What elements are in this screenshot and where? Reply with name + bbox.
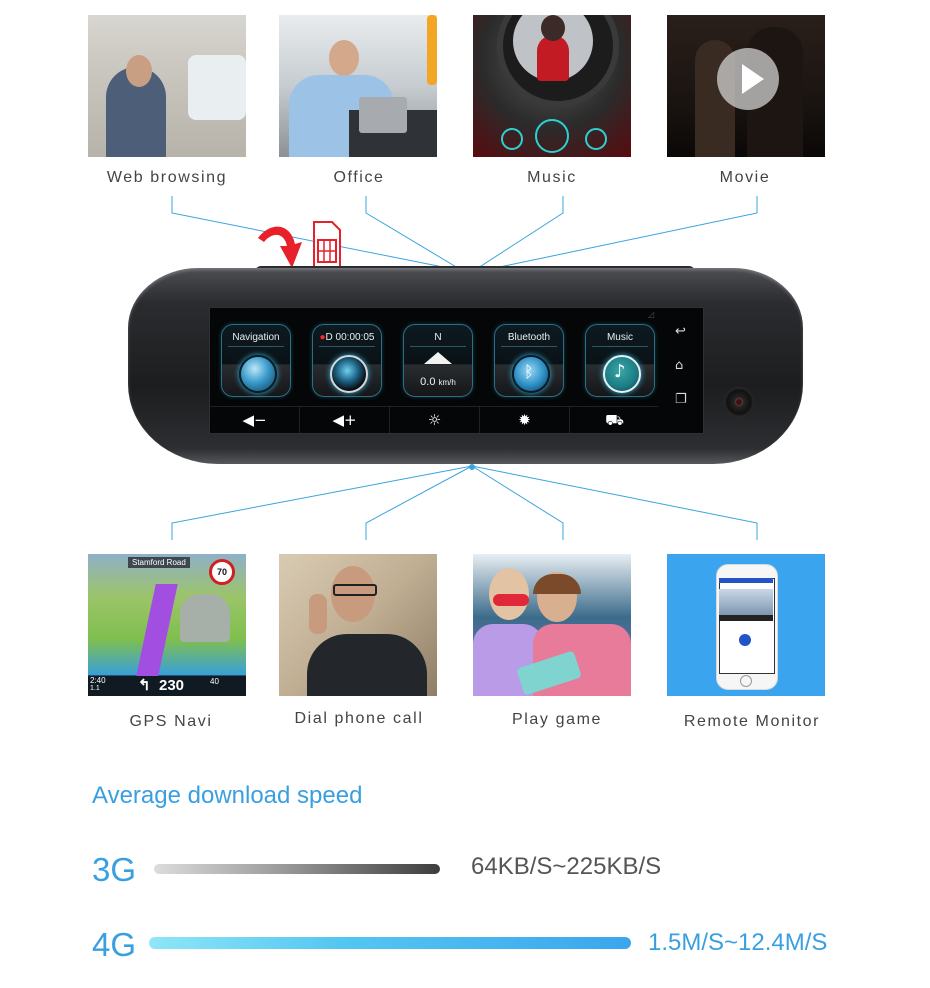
3g-speed-bar bbox=[154, 864, 440, 874]
back-button[interactable]: ↩ bbox=[675, 324, 686, 339]
4g-label: 4G bbox=[92, 926, 137, 963]
bluetooth-icon: ᛒ bbox=[512, 355, 550, 393]
connector-game bbox=[471, 465, 564, 540]
recording-time-label: D 00:00:05 bbox=[325, 332, 375, 343]
connector-office bbox=[365, 196, 459, 269]
brightness-up-button[interactable]: ✹ bbox=[480, 407, 570, 433]
eta-time: 2:40 bbox=[90, 676, 106, 685]
app-bluetooth-label: Bluetooth bbox=[507, 332, 551, 343]
connector-hub bbox=[469, 464, 475, 470]
connector-remote bbox=[471, 465, 758, 540]
front-camera bbox=[724, 387, 754, 417]
globe-plane-icon bbox=[239, 355, 277, 393]
remote-monitor-image bbox=[667, 554, 825, 696]
distance-left: 1.1 bbox=[90, 685, 100, 692]
app-music[interactable]: Music ♪ bbox=[585, 324, 655, 397]
music-image bbox=[473, 15, 631, 157]
4g-speed-range: 1.5M/S~12.4M/S bbox=[648, 929, 828, 956]
app-navigation-label: Navigation bbox=[232, 332, 280, 343]
app-navigation[interactable]: Navigation bbox=[221, 324, 291, 397]
street-name: Stamford Road bbox=[128, 557, 190, 568]
volume-down-button[interactable]: ◀− bbox=[210, 407, 300, 433]
remote-monitor-label: Remote Monitor bbox=[683, 713, 821, 730]
web-browsing-image bbox=[88, 15, 246, 157]
music-note-icon: ♪ bbox=[603, 355, 641, 393]
turn-distance: 230 bbox=[159, 677, 185, 694]
car-mode-button[interactable]: ⛟ bbox=[570, 407, 659, 433]
web-browsing-label: Web browsing bbox=[106, 169, 228, 186]
connector-call bbox=[365, 465, 473, 540]
device-screen: Navigation ●D 00:00:05 N 0.0 km/h Blueto… bbox=[209, 307, 704, 434]
mic-icon bbox=[739, 634, 751, 646]
movie-label: Movie bbox=[719, 169, 771, 186]
play-game-label: Play game bbox=[512, 711, 602, 728]
play-game-image bbox=[473, 554, 631, 696]
brightness-down-button[interactable]: ☼ bbox=[390, 407, 480, 433]
office-label: Office bbox=[333, 169, 385, 186]
music-label: Music bbox=[527, 169, 577, 186]
camera-lens-icon bbox=[330, 355, 368, 393]
movie-image bbox=[667, 15, 825, 157]
4g-speed-bar bbox=[149, 937, 631, 949]
dial-phone-call-label: Dial phone call bbox=[294, 710, 424, 727]
connector-gps bbox=[171, 465, 473, 540]
volume-up-button[interactable]: ◀+ bbox=[300, 407, 390, 433]
compass-direction-label: N bbox=[434, 332, 442, 343]
app-dvr-recorder[interactable]: ●D 00:00:05 bbox=[312, 324, 382, 397]
connector-music bbox=[477, 196, 564, 269]
gps-navi-label: GPS Navi bbox=[129, 713, 213, 730]
current-speed: 40 bbox=[210, 677, 219, 686]
recents-button[interactable]: ❐ bbox=[675, 392, 687, 407]
app-bluetooth[interactable]: Bluetooth ᛒ bbox=[494, 324, 564, 397]
speed-unit: km/h bbox=[438, 378, 456, 387]
home-button[interactable]: ⌂ bbox=[675, 358, 683, 373]
app-compass-speed[interactable]: N 0.0 km/h bbox=[403, 324, 473, 397]
speed-value: 0.0 bbox=[420, 376, 436, 388]
screen-bottom-bar: ◀− ◀+ ☼ ✹ ⛟ bbox=[210, 406, 658, 433]
3g-label: 3G bbox=[92, 851, 137, 888]
3g-speed-range: 64KB/S~225KB/S bbox=[471, 853, 662, 880]
gps-navi-image: Stamford Road 70 2:40 1.1 ↰ 230 40 bbox=[88, 554, 246, 696]
turn-left-icon: ↰ bbox=[138, 677, 151, 694]
signal-icon: ◿ bbox=[648, 310, 655, 319]
speed-section-title: Average download speed bbox=[92, 782, 363, 809]
speed-limit-sign: 70 bbox=[209, 559, 235, 585]
dial-phone-call-image bbox=[279, 554, 437, 696]
office-image bbox=[279, 15, 437, 157]
compass-arrow-icon bbox=[424, 352, 452, 364]
app-music-label: Music bbox=[606, 332, 634, 343]
